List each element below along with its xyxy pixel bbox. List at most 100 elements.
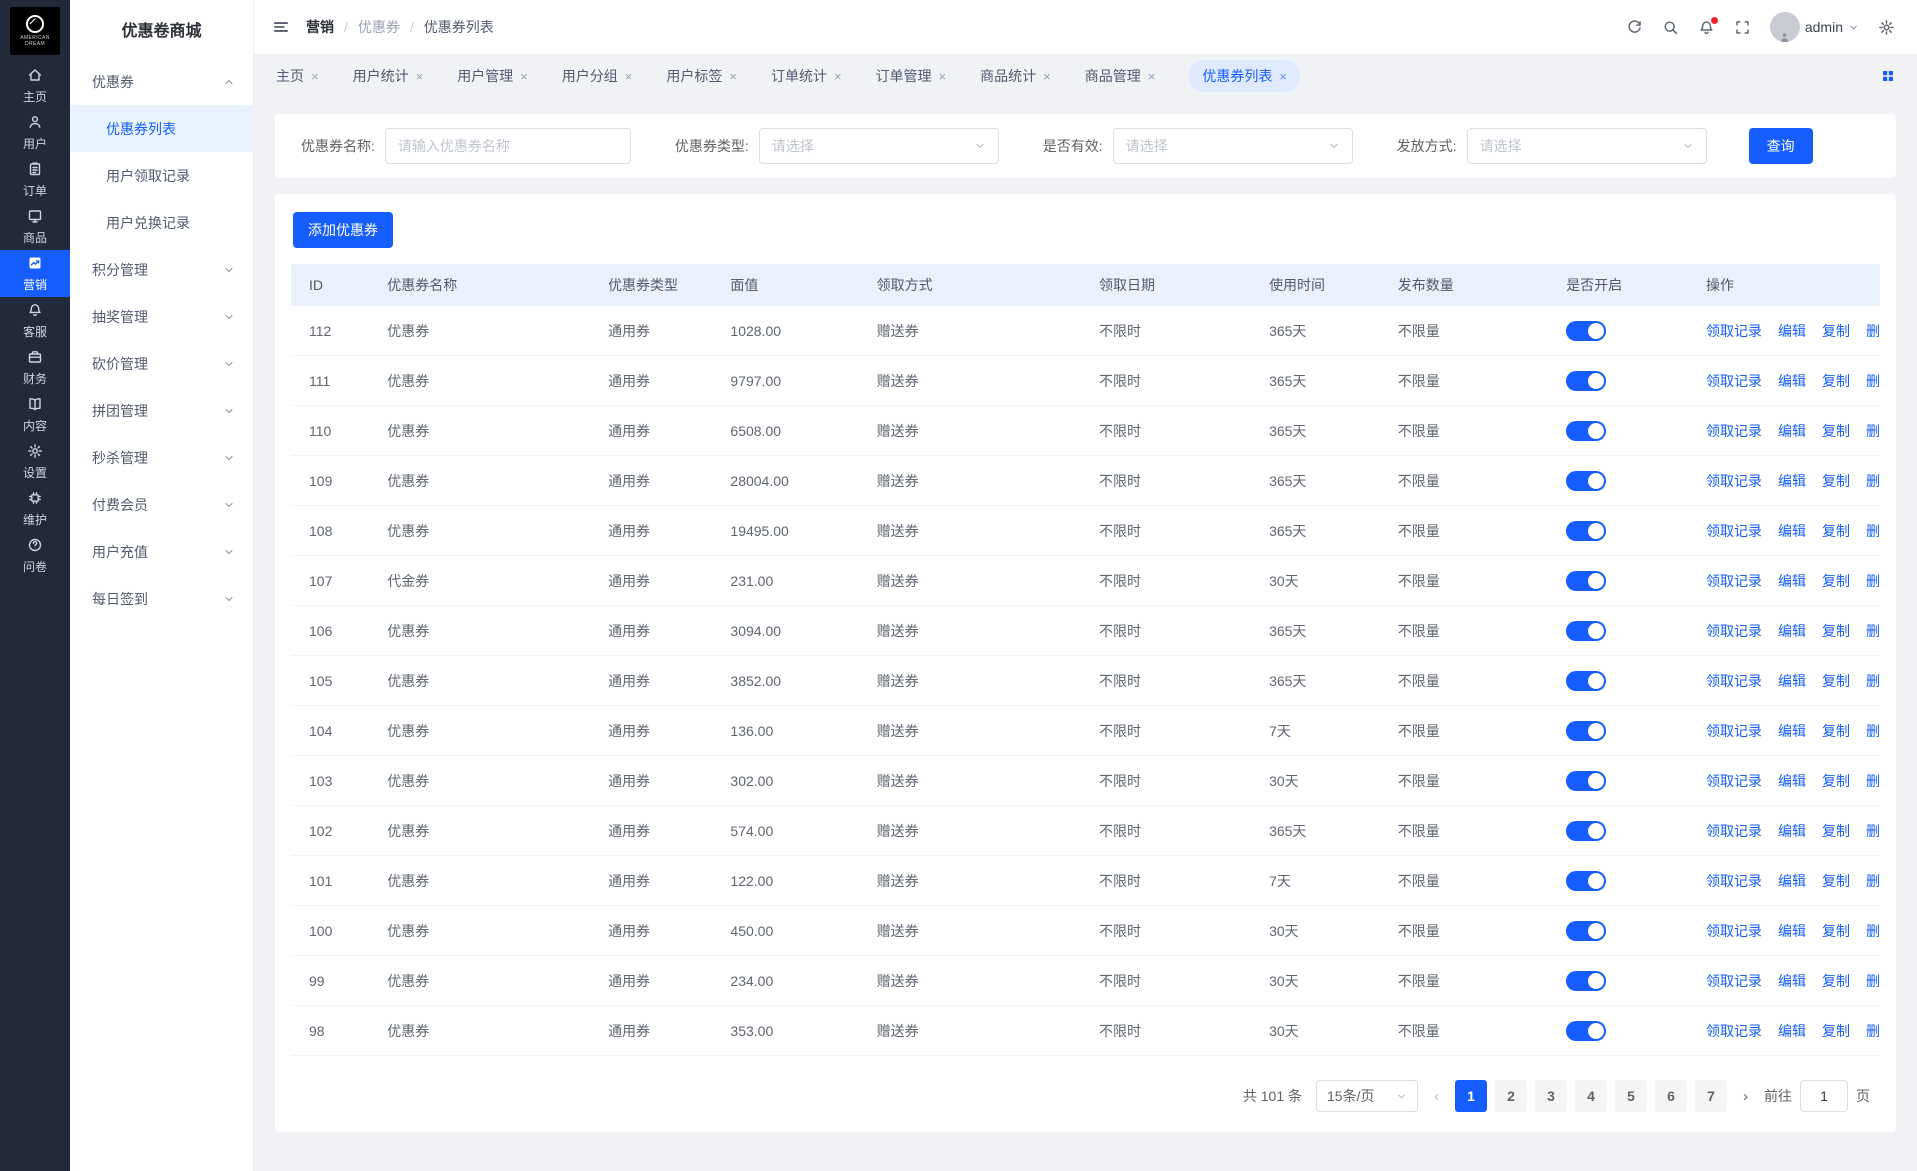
next-page-icon[interactable]: ›	[1741, 1088, 1750, 1105]
claim-records-link[interactable]: 领取记录	[1706, 971, 1762, 991]
copy-link[interactable]: 复制	[1822, 1021, 1850, 1041]
close-tab-icon[interactable]: ×	[729, 69, 737, 84]
enable-toggle[interactable]	[1566, 471, 1606, 491]
claim-records-link[interactable]: 领取记录	[1706, 771, 1762, 791]
rail-item-contentmgr[interactable]: 内容	[0, 391, 70, 438]
edit-link[interactable]: 编辑	[1778, 921, 1806, 941]
close-tab-icon[interactable]: ×	[1279, 69, 1287, 84]
menu-group-6[interactable]: 秒杀管理	[70, 434, 253, 481]
edit-link[interactable]: 编辑	[1778, 771, 1806, 791]
add-coupon-button[interactable]: 添加优惠券	[293, 212, 393, 248]
close-tab-icon[interactable]: ×	[1043, 69, 1051, 84]
delete-link[interactable]: 删除	[1866, 871, 1880, 891]
copy-link[interactable]: 复制	[1822, 471, 1850, 491]
copy-link[interactable]: 复制	[1822, 421, 1850, 441]
claim-records-link[interactable]: 领取记录	[1706, 421, 1762, 441]
notification-bell-icon[interactable]	[1698, 19, 1715, 36]
delete-link[interactable]: 删除	[1866, 371, 1880, 391]
edit-link[interactable]: 编辑	[1778, 1021, 1806, 1041]
app-logo[interactable]: AMERICAN DREAM	[0, 0, 70, 62]
delete-link[interactable]: 删除	[1866, 521, 1880, 541]
filter-select-3[interactable]: 请选择	[1113, 128, 1353, 164]
enable-toggle[interactable]	[1566, 571, 1606, 591]
rail-item-maintenance[interactable]: 维护	[0, 485, 70, 532]
tab-1[interactable]: 主页×	[276, 66, 319, 86]
edit-link[interactable]: 编辑	[1778, 571, 1806, 591]
menu-group-3[interactable]: 抽奖管理	[70, 293, 253, 340]
claim-records-link[interactable]: 领取记录	[1706, 471, 1762, 491]
edit-link[interactable]: 编辑	[1778, 521, 1806, 541]
enable-toggle[interactable]	[1566, 871, 1606, 891]
menu-group-7[interactable]: 付费会员	[70, 481, 253, 528]
enable-toggle[interactable]	[1566, 721, 1606, 741]
copy-link[interactable]: 复制	[1822, 871, 1850, 891]
delete-link[interactable]: 删除	[1866, 621, 1880, 641]
page-size-select[interactable]: 15条/页	[1316, 1080, 1418, 1112]
claim-records-link[interactable]: 领取记录	[1706, 371, 1762, 391]
claim-records-link[interactable]: 领取记录	[1706, 571, 1762, 591]
close-tab-icon[interactable]: ×	[834, 69, 842, 84]
page-button-1[interactable]: 1	[1455, 1080, 1487, 1112]
tab-5[interactable]: 用户标签×	[666, 66, 737, 86]
copy-link[interactable]: 复制	[1822, 821, 1850, 841]
tab-7[interactable]: 订单管理×	[876, 66, 947, 86]
copy-link[interactable]: 复制	[1822, 721, 1850, 741]
menu-group-2[interactable]: 积分管理	[70, 246, 253, 293]
edit-link[interactable]: 编辑	[1778, 671, 1806, 691]
delete-link[interactable]: 删除	[1866, 421, 1880, 441]
goto-page-input[interactable]	[1800, 1080, 1848, 1112]
claim-records-link[interactable]: 领取记录	[1706, 621, 1762, 641]
coupon-name-input[interactable]	[385, 128, 631, 164]
tab-3[interactable]: 用户管理×	[457, 66, 528, 86]
menu-item-1[interactable]: 优惠券列表	[70, 105, 253, 152]
delete-link[interactable]: 删除	[1866, 771, 1880, 791]
menu-group-9[interactable]: 每日签到	[70, 575, 253, 622]
filter-select-4[interactable]: 请选择	[1467, 128, 1707, 164]
claim-records-link[interactable]: 领取记录	[1706, 721, 1762, 741]
enable-toggle[interactable]	[1566, 321, 1606, 341]
prev-page-icon[interactable]: ‹	[1432, 1088, 1441, 1105]
copy-link[interactable]: 复制	[1822, 671, 1850, 691]
page-button-5[interactable]: 5	[1615, 1080, 1647, 1112]
edit-link[interactable]: 编辑	[1778, 471, 1806, 491]
page-button-2[interactable]: 2	[1495, 1080, 1527, 1112]
rail-item-orders[interactable]: 订单	[0, 156, 70, 203]
enable-toggle[interactable]	[1566, 971, 1606, 991]
claim-records-link[interactable]: 领取记录	[1706, 671, 1762, 691]
edit-link[interactable]: 编辑	[1778, 321, 1806, 341]
menu-group-8[interactable]: 用户充值	[70, 528, 253, 575]
claim-records-link[interactable]: 领取记录	[1706, 521, 1762, 541]
delete-link[interactable]: 删除	[1866, 921, 1880, 941]
delete-link[interactable]: 删除	[1866, 571, 1880, 591]
menu-group-4[interactable]: 砍价管理	[70, 340, 253, 387]
tab-4[interactable]: 用户分组×	[562, 66, 633, 86]
rail-item-home[interactable]: 主页	[0, 62, 70, 109]
rail-item-goods[interactable]: 商品	[0, 203, 70, 250]
delete-link[interactable]: 删除	[1866, 671, 1880, 691]
enable-toggle[interactable]	[1566, 621, 1606, 641]
enable-toggle[interactable]	[1566, 421, 1606, 441]
enable-toggle[interactable]	[1566, 821, 1606, 841]
claim-records-link[interactable]: 领取记录	[1706, 1021, 1762, 1041]
tab-6[interactable]: 订单统计×	[771, 66, 842, 86]
search-button[interactable]: 查询	[1749, 128, 1813, 164]
copy-link[interactable]: 复制	[1822, 621, 1850, 641]
claim-records-link[interactable]: 领取记录	[1706, 871, 1762, 891]
enable-toggle[interactable]	[1566, 1021, 1606, 1041]
copy-link[interactable]: 复制	[1822, 921, 1850, 941]
enable-toggle[interactable]	[1566, 771, 1606, 791]
edit-link[interactable]: 编辑	[1778, 621, 1806, 641]
delete-link[interactable]: 删除	[1866, 321, 1880, 341]
edit-link[interactable]: 编辑	[1778, 971, 1806, 991]
user-menu[interactable]: admin	[1770, 12, 1859, 42]
gear-icon[interactable]	[1878, 19, 1895, 36]
copy-link[interactable]: 复制	[1822, 771, 1850, 791]
rail-item-settings[interactable]: 设置	[0, 438, 70, 485]
tab-layout-grid-icon[interactable]	[1881, 69, 1895, 83]
close-tab-icon[interactable]: ×	[520, 69, 528, 84]
enable-toggle[interactable]	[1566, 671, 1606, 691]
menu-group-1[interactable]: 优惠券	[70, 58, 253, 105]
rail-item-survey[interactable]: 问卷	[0, 532, 70, 579]
rail-item-finance[interactable]: 财务	[0, 344, 70, 391]
tab-10[interactable]: 优惠券列表×	[1189, 60, 1300, 92]
